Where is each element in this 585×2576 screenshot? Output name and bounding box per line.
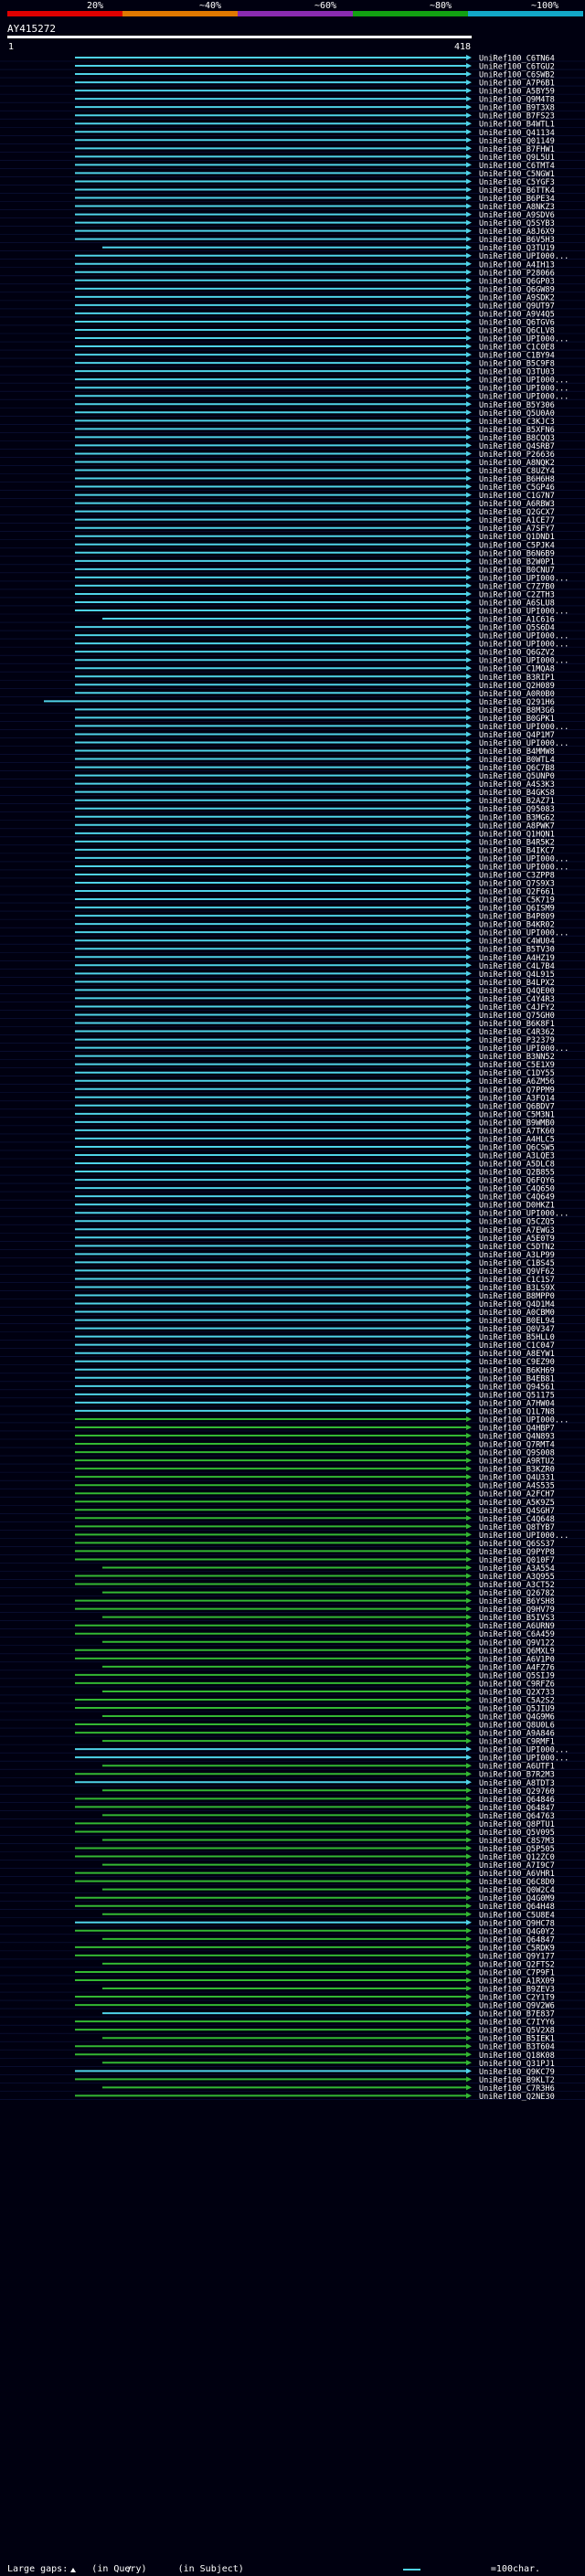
scale-label: ~100% — [531, 1, 558, 11]
legend-subject-gap: (in Subject) — [177, 2564, 244, 2574]
scale-label: ~60% — [314, 1, 336, 11]
query-bar — [7, 36, 472, 38]
query-end: 418 — [454, 42, 471, 52]
legend-query-gap: (in Query) — [91, 2564, 147, 2574]
legend: Large gaps: (in Query) (in Subject) =100… — [7, 2564, 540, 2574]
hit-label[interactable]: UniRef100_Q2NE30 — [479, 2093, 555, 2102]
query-id: AY415272 — [7, 23, 56, 35]
scale-label: ~40% — [199, 1, 221, 11]
scale-segment — [353, 11, 468, 16]
legend-scale-label: =100char. — [490, 2564, 541, 2574]
scale-label: 20% — [87, 1, 103, 11]
scale-label: ~80% — [430, 1, 452, 11]
legend-gaps-label: Large gaps: — [7, 2564, 69, 2574]
query-start: 1 — [8, 42, 14, 52]
scale-segment — [122, 11, 238, 16]
scale-segment — [238, 11, 353, 16]
scale-segment — [468, 11, 583, 16]
alignment-viewer: 20% ~40% ~60% ~80% ~100% AY415272 1 418 UniR… — [0, 0, 585, 2576]
scale-segment — [7, 11, 122, 16]
